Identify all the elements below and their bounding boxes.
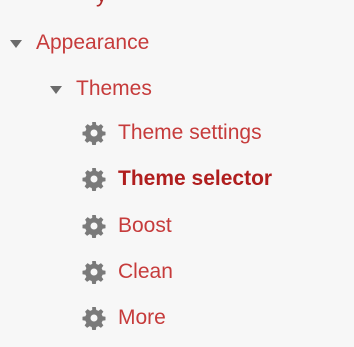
- gear-icon: [82, 261, 106, 284]
- gear-icon: [82, 307, 106, 330]
- caret-down-icon[interactable]: [10, 40, 22, 48]
- caret-down-icon[interactable]: [50, 86, 62, 94]
- tree-item-label[interactable]: Boost: [118, 214, 172, 238]
- gear-icon: [82, 168, 106, 191]
- tree-item-label[interactable]: Theme settings: [118, 121, 262, 145]
- partial-item-label: y: [96, 0, 107, 6]
- tree-item-label[interactable]: Theme selector: [118, 167, 272, 191]
- tree-item-theme-settings[interactable]: Theme settings: [82, 118, 262, 148]
- tree-item-label[interactable]: Clean: [118, 260, 173, 284]
- tree-item-more[interactable]: More: [82, 303, 166, 333]
- gear-icon: [82, 215, 106, 238]
- appearance-label[interactable]: Appearance: [36, 31, 149, 55]
- tree-item-label[interactable]: More: [118, 306, 166, 330]
- tree-item-theme-selector[interactable]: Theme selector: [82, 164, 272, 194]
- admin-settings-tree: y Appearance Themes Theme settings Theme…: [0, 0, 354, 347]
- gear-icon: [82, 122, 106, 145]
- tree-item-clean[interactable]: Clean: [82, 257, 173, 287]
- tree-node-themes[interactable]: Themes: [50, 74, 152, 104]
- tree-node-appearance[interactable]: Appearance: [10, 28, 149, 58]
- tree-item-boost[interactable]: Boost: [82, 211, 172, 241]
- themes-label[interactable]: Themes: [76, 77, 152, 101]
